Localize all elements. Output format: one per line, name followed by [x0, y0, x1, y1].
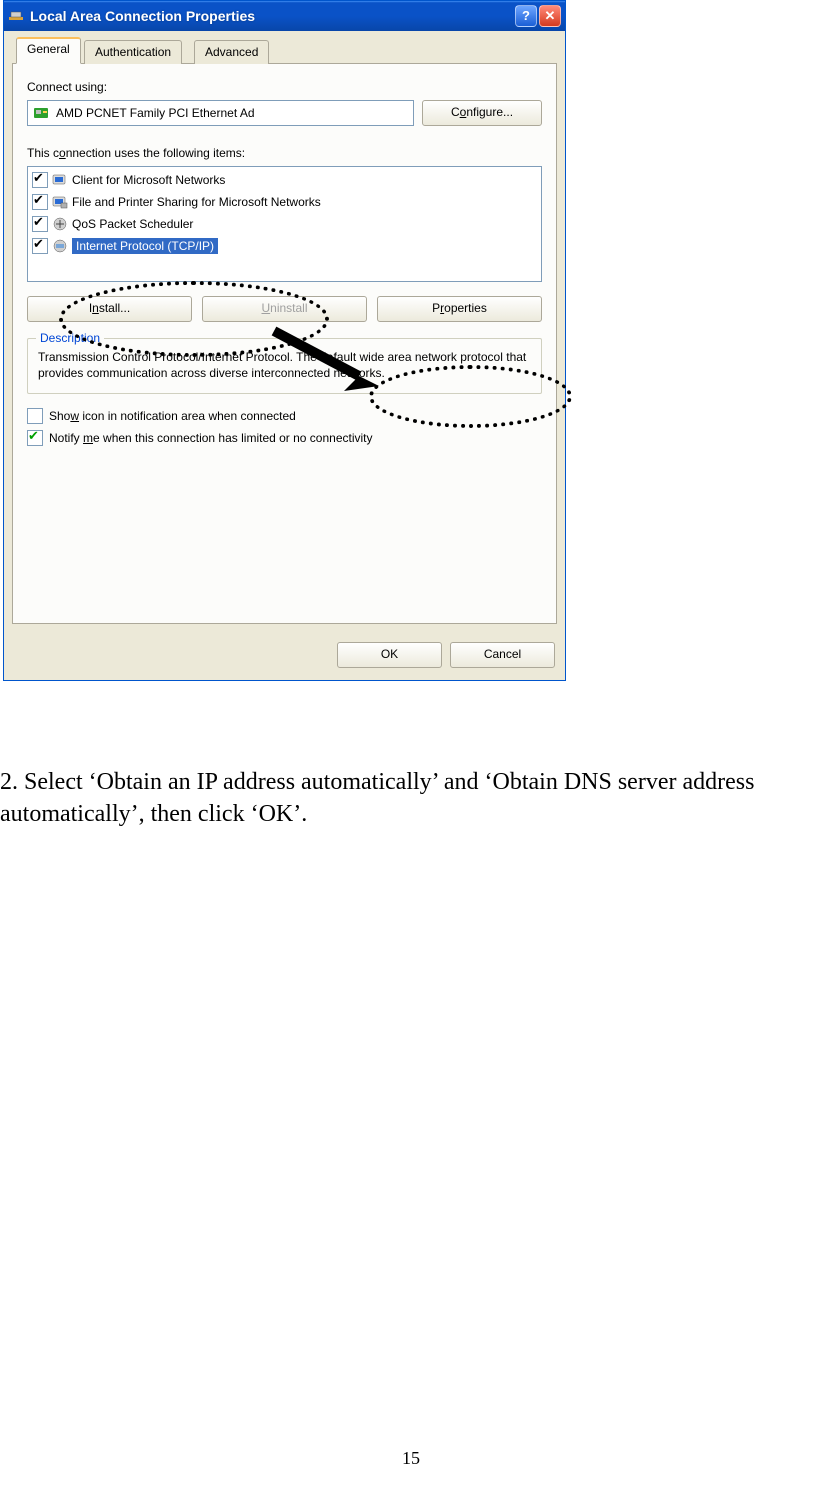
- item-label-selected: Internet Protocol (TCP/IP): [72, 238, 218, 254]
- items-label: This connection uses the following items…: [27, 146, 542, 160]
- nic-icon: [34, 106, 50, 120]
- item-label: File and Printer Sharing for Microsoft N…: [72, 195, 321, 209]
- connect-using-label: Connect using:: [27, 80, 542, 94]
- network-properties-icon: [8, 8, 24, 24]
- tab-advanced[interactable]: Advanced: [194, 40, 269, 64]
- show-icon-option[interactable]: Show icon in notification area when conn…: [27, 408, 542, 424]
- file-printer-icon: [52, 194, 68, 210]
- qos-icon: [52, 216, 68, 232]
- show-icon-label: Show icon in notification area when conn…: [49, 409, 296, 423]
- install-button[interactable]: Install...: [27, 296, 192, 322]
- client-service-icon: [52, 172, 68, 188]
- item-label: Client for Microsoft Networks: [72, 173, 225, 187]
- checkbox-icon[interactable]: [32, 238, 48, 254]
- help-button[interactable]: ?: [515, 5, 537, 27]
- instruction-text: 2. Select ‘Obtain an IP address automati…: [0, 766, 822, 831]
- configure-button[interactable]: Configure...: [422, 100, 542, 126]
- dialog-footer: OK Cancel: [4, 632, 565, 680]
- tab-authentication[interactable]: Authentication: [84, 40, 182, 64]
- description-group: Description Transmission Control Protoco…: [27, 338, 542, 394]
- tab-general[interactable]: General: [16, 37, 81, 64]
- uninstall-button[interactable]: Uninstall: [202, 296, 367, 322]
- notify-option[interactable]: Notify me when this connection has limit…: [27, 430, 542, 446]
- properties-button[interactable]: Properties: [377, 296, 542, 322]
- description-legend: Description: [36, 331, 104, 345]
- description-text: Transmission Control Protocol/Internet P…: [38, 349, 531, 381]
- checkbox-icon[interactable]: [32, 194, 48, 210]
- titlebar[interactable]: Local Area Connection Properties ? ✕: [4, 1, 565, 31]
- adapter-name: AMD PCNET Family PCI Ethernet Ad: [56, 106, 255, 120]
- cancel-button[interactable]: Cancel: [450, 642, 555, 668]
- list-item[interactable]: QoS Packet Scheduler: [32, 213, 537, 235]
- ok-button[interactable]: OK: [337, 642, 442, 668]
- adapter-field[interactable]: AMD PCNET Family PCI Ethernet Ad: [27, 100, 414, 126]
- checkbox-icon[interactable]: [27, 430, 43, 446]
- checkbox-icon[interactable]: [32, 216, 48, 232]
- checkbox-icon[interactable]: [32, 172, 48, 188]
- list-item[interactable]: Internet Protocol (TCP/IP): [32, 235, 537, 257]
- tab-panel-general: Connect using: AMD PCNET Family PCI Ethe…: [12, 64, 557, 624]
- list-item[interactable]: File and Printer Sharing for Microsoft N…: [32, 191, 537, 213]
- notify-label: Notify me when this connection has limit…: [49, 431, 373, 445]
- items-list[interactable]: Client for Microsoft Networks File and P…: [27, 166, 542, 282]
- window-title: Local Area Connection Properties: [30, 8, 515, 24]
- list-item[interactable]: Client for Microsoft Networks: [32, 169, 537, 191]
- close-button[interactable]: ✕: [539, 5, 561, 27]
- item-label: QoS Packet Scheduler: [72, 217, 193, 231]
- page-number: 15: [0, 1448, 822, 1469]
- tabs-strip: General Authentication Advanced: [12, 39, 557, 64]
- connection-properties-dialog: Local Area Connection Properties ? ✕ Gen…: [3, 0, 566, 681]
- checkbox-icon[interactable]: [27, 408, 43, 424]
- tcpip-icon: [52, 238, 68, 254]
